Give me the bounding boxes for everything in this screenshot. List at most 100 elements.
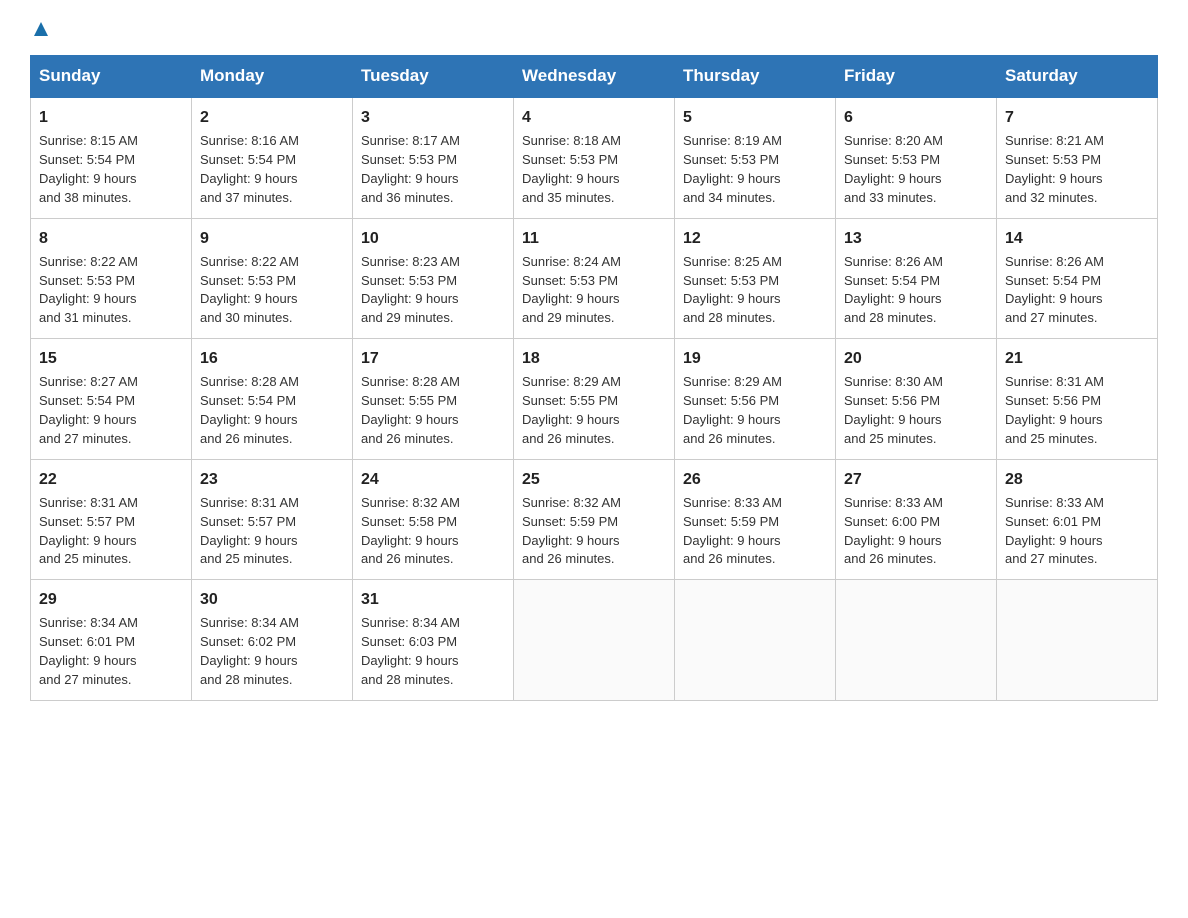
day-number: 24	[361, 468, 505, 491]
sunset-info: Sunset: 5:55 PM	[522, 393, 618, 408]
daylight-info: Daylight: 9 hours	[522, 291, 620, 306]
daylight-info: Daylight: 9 hours	[1005, 412, 1103, 427]
sunset-info: Sunset: 6:03 PM	[361, 634, 457, 649]
sunrise-info: Sunrise: 8:30 AM	[844, 374, 943, 389]
day-number: 9	[200, 227, 344, 250]
calendar-cell	[997, 580, 1158, 701]
day-number: 22	[39, 468, 183, 491]
calendar-cell: 1 Sunrise: 8:15 AM Sunset: 5:54 PM Dayli…	[31, 97, 192, 218]
sunrise-info: Sunrise: 8:31 AM	[1005, 374, 1104, 389]
sunset-info: Sunset: 5:53 PM	[1005, 152, 1101, 167]
sunrise-info: Sunrise: 8:27 AM	[39, 374, 138, 389]
sunrise-info: Sunrise: 8:33 AM	[683, 495, 782, 510]
calendar-cell: 24 Sunrise: 8:32 AM Sunset: 5:58 PM Dayl…	[353, 459, 514, 580]
day-number: 26	[683, 468, 827, 491]
daylight-minutes: and 26 minutes.	[844, 551, 937, 566]
day-number: 21	[1005, 347, 1149, 370]
daylight-minutes: and 25 minutes.	[39, 551, 132, 566]
daylight-info: Daylight: 9 hours	[200, 171, 298, 186]
calendar-cell	[514, 580, 675, 701]
daylight-minutes: and 26 minutes.	[683, 551, 776, 566]
daylight-info: Daylight: 9 hours	[361, 533, 459, 548]
sunset-info: Sunset: 5:56 PM	[1005, 393, 1101, 408]
daylight-minutes: and 27 minutes.	[39, 431, 132, 446]
calendar-week-row: 8 Sunrise: 8:22 AM Sunset: 5:53 PM Dayli…	[31, 218, 1158, 339]
calendar-cell: 2 Sunrise: 8:16 AM Sunset: 5:54 PM Dayli…	[192, 97, 353, 218]
column-header-tuesday: Tuesday	[353, 56, 514, 98]
logo	[30, 20, 50, 39]
sunrise-info: Sunrise: 8:26 AM	[844, 254, 943, 269]
sunset-info: Sunset: 5:53 PM	[683, 152, 779, 167]
calendar-cell: 16 Sunrise: 8:28 AM Sunset: 5:54 PM Dayl…	[192, 339, 353, 460]
sunrise-info: Sunrise: 8:26 AM	[1005, 254, 1104, 269]
daylight-info: Daylight: 9 hours	[683, 291, 781, 306]
sunset-info: Sunset: 5:56 PM	[683, 393, 779, 408]
calendar-table: SundayMondayTuesdayWednesdayThursdayFrid…	[30, 55, 1158, 701]
day-number: 12	[683, 227, 827, 250]
daylight-info: Daylight: 9 hours	[200, 653, 298, 668]
calendar-cell	[675, 580, 836, 701]
column-header-monday: Monday	[192, 56, 353, 98]
column-header-friday: Friday	[836, 56, 997, 98]
calendar-cell: 25 Sunrise: 8:32 AM Sunset: 5:59 PM Dayl…	[514, 459, 675, 580]
calendar-week-row: 1 Sunrise: 8:15 AM Sunset: 5:54 PM Dayli…	[31, 97, 1158, 218]
sunrise-info: Sunrise: 8:34 AM	[200, 615, 299, 630]
sunset-info: Sunset: 5:54 PM	[39, 152, 135, 167]
day-number: 11	[522, 227, 666, 250]
day-number: 5	[683, 106, 827, 129]
calendar-cell: 26 Sunrise: 8:33 AM Sunset: 5:59 PM Dayl…	[675, 459, 836, 580]
sunset-info: Sunset: 5:53 PM	[522, 152, 618, 167]
daylight-minutes: and 27 minutes.	[39, 672, 132, 687]
day-number: 19	[683, 347, 827, 370]
sunrise-info: Sunrise: 8:24 AM	[522, 254, 621, 269]
sunset-info: Sunset: 6:01 PM	[39, 634, 135, 649]
daylight-info: Daylight: 9 hours	[844, 291, 942, 306]
day-number: 14	[1005, 227, 1149, 250]
daylight-info: Daylight: 9 hours	[361, 412, 459, 427]
sunset-info: Sunset: 6:00 PM	[844, 514, 940, 529]
daylight-info: Daylight: 9 hours	[844, 412, 942, 427]
daylight-minutes: and 28 minutes.	[361, 672, 454, 687]
sunset-info: Sunset: 5:56 PM	[844, 393, 940, 408]
calendar-cell: 28 Sunrise: 8:33 AM Sunset: 6:01 PM Dayl…	[997, 459, 1158, 580]
sunrise-info: Sunrise: 8:28 AM	[361, 374, 460, 389]
daylight-info: Daylight: 9 hours	[522, 533, 620, 548]
calendar-cell: 18 Sunrise: 8:29 AM Sunset: 5:55 PM Dayl…	[514, 339, 675, 460]
day-number: 4	[522, 106, 666, 129]
day-number: 30	[200, 588, 344, 611]
calendar-cell: 7 Sunrise: 8:21 AM Sunset: 5:53 PM Dayli…	[997, 97, 1158, 218]
sunrise-info: Sunrise: 8:21 AM	[1005, 133, 1104, 148]
calendar-cell: 14 Sunrise: 8:26 AM Sunset: 5:54 PM Dayl…	[997, 218, 1158, 339]
calendar-cell: 31 Sunrise: 8:34 AM Sunset: 6:03 PM Dayl…	[353, 580, 514, 701]
daylight-minutes: and 26 minutes.	[200, 431, 293, 446]
day-number: 28	[1005, 468, 1149, 491]
calendar-cell: 11 Sunrise: 8:24 AM Sunset: 5:53 PM Dayl…	[514, 218, 675, 339]
daylight-info: Daylight: 9 hours	[522, 412, 620, 427]
daylight-info: Daylight: 9 hours	[39, 171, 137, 186]
calendar-cell: 6 Sunrise: 8:20 AM Sunset: 5:53 PM Dayli…	[836, 97, 997, 218]
sunset-info: Sunset: 5:59 PM	[522, 514, 618, 529]
daylight-minutes: and 28 minutes.	[200, 672, 293, 687]
sunset-info: Sunset: 6:01 PM	[1005, 514, 1101, 529]
day-number: 8	[39, 227, 183, 250]
sunset-info: Sunset: 5:53 PM	[361, 152, 457, 167]
sunset-info: Sunset: 5:57 PM	[200, 514, 296, 529]
daylight-info: Daylight: 9 hours	[522, 171, 620, 186]
sunrise-info: Sunrise: 8:34 AM	[39, 615, 138, 630]
daylight-info: Daylight: 9 hours	[683, 171, 781, 186]
daylight-minutes: and 26 minutes.	[522, 551, 615, 566]
daylight-minutes: and 28 minutes.	[683, 310, 776, 325]
daylight-info: Daylight: 9 hours	[39, 291, 137, 306]
sunset-info: Sunset: 5:53 PM	[522, 273, 618, 288]
daylight-minutes: and 25 minutes.	[200, 551, 293, 566]
calendar-cell: 4 Sunrise: 8:18 AM Sunset: 5:53 PM Dayli…	[514, 97, 675, 218]
daylight-minutes: and 38 minutes.	[39, 190, 132, 205]
calendar-cell: 12 Sunrise: 8:25 AM Sunset: 5:53 PM Dayl…	[675, 218, 836, 339]
calendar-cell: 30 Sunrise: 8:34 AM Sunset: 6:02 PM Dayl…	[192, 580, 353, 701]
daylight-minutes: and 29 minutes.	[361, 310, 454, 325]
calendar-week-row: 22 Sunrise: 8:31 AM Sunset: 5:57 PM Dayl…	[31, 459, 1158, 580]
daylight-info: Daylight: 9 hours	[200, 412, 298, 427]
calendar-cell: 8 Sunrise: 8:22 AM Sunset: 5:53 PM Dayli…	[31, 218, 192, 339]
sunrise-info: Sunrise: 8:16 AM	[200, 133, 299, 148]
sunrise-info: Sunrise: 8:31 AM	[200, 495, 299, 510]
